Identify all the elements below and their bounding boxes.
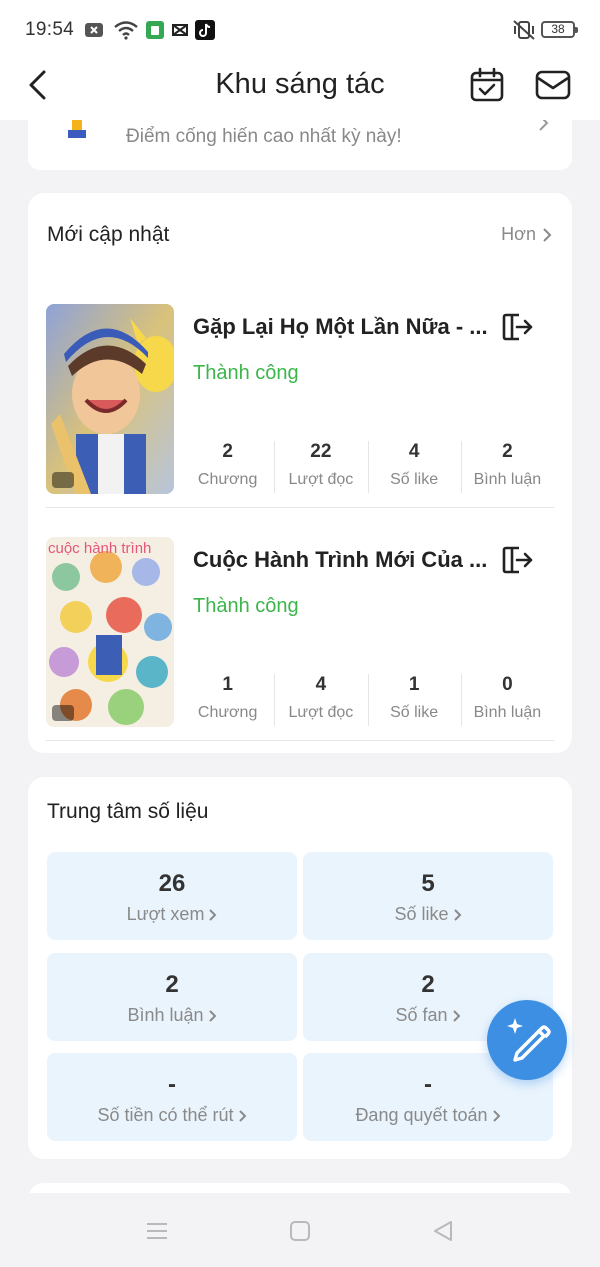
tile-value: 26 [158, 870, 186, 897]
chevron-right-icon [452, 1009, 460, 1022]
page-title: Khu sáng tác [215, 68, 385, 100]
story-stats: 2 Chương 22 Lượt đọc 4 Số like 2 Bình lu… [181, 437, 554, 495]
tile-views[interactable]: 26 Lượt xem [47, 852, 297, 940]
mail-icon[interactable] [534, 68, 572, 102]
chevron-right-icon [492, 1109, 500, 1122]
stat-comments: 0 Bình luận [460, 670, 554, 728]
story-status: Thành công [193, 595, 299, 617]
tile-likes[interactable]: 5 Số like [303, 852, 553, 940]
stat-chapters: 1 Chương [181, 670, 274, 728]
tile-label: Lượt xem [127, 904, 218, 925]
stat-label: Chương [197, 704, 258, 721]
export-icon[interactable] [500, 542, 534, 576]
stat-likes: 1 Số like [367, 670, 461, 728]
tile-label: Số tiền có thể rút [97, 1105, 246, 1126]
system-nav-bar [0, 1193, 600, 1267]
app-green-icon [146, 21, 164, 39]
stat-value: 22 [310, 441, 332, 462]
stat-value: 1 [408, 674, 420, 695]
stat-value: 2 [222, 441, 233, 462]
battery-indicator: 38 [541, 21, 578, 38]
tile-label: Số like [394, 904, 461, 925]
stat-label: Lượt đọc [288, 471, 354, 488]
contribution-text: Điểm cống hiến cao nhất kỳ này! [126, 126, 402, 147]
stat-value: 0 [502, 674, 513, 695]
cover-text: cuộc hành trình [48, 540, 151, 557]
tile-comments[interactable]: 2 Bình luận [47, 953, 297, 1041]
section-title-updates: Mới cập nhật [47, 223, 170, 246]
comment-badge-icon [52, 705, 74, 721]
tile-label: Bình luận [127, 1005, 216, 1026]
tile-value: 5 [421, 870, 435, 897]
recent-updates-card: Mới cập nhật Hơn Gặp Lại Họ Một Lần Nữa … [28, 193, 572, 753]
stat-chapters: 2 Chương [181, 437, 274, 495]
chevron-right-icon [238, 1109, 246, 1122]
stat-value: 4 [408, 441, 420, 462]
chevron-right-icon [208, 1009, 216, 1022]
stat-label: Số like [390, 704, 439, 721]
status-time: 19:54 [25, 19, 75, 40]
capcut-icon [172, 24, 188, 36]
tile-value: 2 [421, 971, 435, 998]
tile-label: Số fan [395, 1005, 460, 1026]
story-item[interactable]: cuộc hành trình Cuộc Hành Trình Mới Của … [46, 537, 554, 735]
more-link[interactable]: Hơn [501, 224, 552, 245]
divider [46, 740, 554, 741]
comment-badge-icon [52, 472, 74, 488]
story-title[interactable]: Cuộc Hành Trình Mới Của ... [193, 547, 493, 573]
story-stats: 1 Chương 4 Lượt đọc 1 Số like 0 Bình luậ… [181, 670, 554, 728]
wifi-icon [114, 21, 138, 40]
story-cover-image[interactable]: cuộc hành trình [46, 537, 174, 727]
stat-value: 1 [222, 674, 233, 695]
stat-reads: 4 Lượt đọc [274, 670, 367, 728]
chevron-right-icon [543, 227, 552, 242]
chevron-right-icon [209, 908, 217, 921]
stat-value: 4 [315, 674, 327, 695]
stat-label: Chương [197, 471, 258, 488]
close-box-icon [85, 23, 103, 37]
menu-icon[interactable] [145, 1219, 169, 1243]
tile-label: Đang quyết toán [355, 1105, 500, 1126]
tiktok-icon [195, 20, 215, 40]
more-label: Hơn [501, 224, 536, 244]
export-icon[interactable] [500, 309, 534, 343]
stat-likes: 4 Số like [367, 437, 461, 495]
story-status: Thành công [193, 362, 299, 384]
tile-withdrawable[interactable]: - Số tiền có thể rút [47, 1053, 297, 1141]
story-title[interactable]: Gặp Lại Họ Một Lần Nữa - ... [193, 314, 493, 340]
write-fab-button[interactable] [487, 1000, 567, 1080]
status-bar: 19:54 38 [0, 0, 600, 60]
stat-label: Lượt đọc [288, 704, 354, 721]
stat-value: 2 [502, 441, 513, 462]
stat-comments: 2 Bình luận [460, 437, 554, 495]
pen-sparkle-icon [507, 1018, 551, 1062]
chevron-right-icon [453, 908, 461, 921]
stat-label: Bình luận [473, 471, 542, 488]
data-center-card: Trung tâm số liệu 26 Lượt xem 5 Số like … [28, 777, 572, 1159]
vibrate-silent-icon [513, 20, 535, 40]
divider [46, 507, 554, 508]
tile-value: - [168, 1071, 176, 1098]
app-header: Khu sáng tác [0, 60, 600, 120]
story-cover-image[interactable] [46, 304, 174, 494]
stat-label: Bình luận [473, 704, 542, 721]
stat-label: Số like [390, 471, 439, 488]
tile-value: 2 [165, 971, 179, 998]
back-triangle-icon[interactable] [431, 1219, 455, 1243]
section-title-data-center: Trung tâm số liệu [47, 800, 209, 823]
home-square-icon[interactable] [288, 1219, 312, 1243]
story-item[interactable]: Gặp Lại Họ Một Lần Nữa - ... Thành công … [46, 304, 554, 502]
stat-reads: 22 Lượt đọc [274, 437, 367, 495]
calendar-check-icon[interactable] [469, 67, 505, 103]
